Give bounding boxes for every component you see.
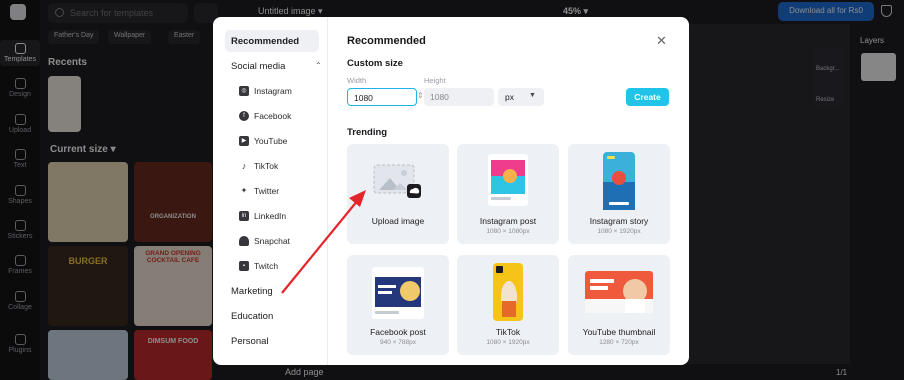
chevron-down-icon: ▼: [529, 92, 536, 99]
linkedin-icon: in: [239, 211, 249, 221]
nav-item-label: YouTube: [254, 136, 288, 146]
card-upload-image[interactable]: Upload image: [347, 144, 449, 244]
nav-recommended[interactable]: Recommended: [225, 30, 319, 52]
snapchat-icon: [239, 236, 249, 246]
nav-item-twitter[interactable]: ✦ Twitter: [239, 186, 324, 204]
nav-item-label: Twitter: [254, 186, 280, 196]
card-instagram-post[interactable]: Instagram post 1080 × 1080px: [457, 144, 559, 244]
card-facebook-post[interactable]: Facebook post 940 × 788px: [347, 255, 449, 355]
nav-item-snapchat[interactable]: Snapchat: [239, 236, 324, 254]
nav-item-label: Instagram: [254, 86, 292, 96]
card-tiktok[interactable]: TikTok 1080 × 1920px: [457, 255, 559, 355]
card-label: YouTube thumbnail: [582, 327, 656, 337]
youtube-icon: ▶: [239, 136, 249, 146]
card-size: 940 × 788px: [380, 339, 416, 346]
instagram-post-preview: [488, 154, 528, 206]
instagram-story-preview: [603, 152, 635, 210]
card-label: TikTok: [495, 327, 521, 337]
lock-ratio-icon[interactable]: ⇕: [417, 91, 424, 100]
card-size: 1080 × 1920px: [597, 228, 641, 235]
dialog-title: Recommended: [347, 35, 426, 47]
nav-personal[interactable]: Personal: [225, 330, 319, 352]
card-label: Facebook post: [370, 327, 426, 337]
card-youtube-thumbnail[interactable]: YouTube thumbnail 1280 × 720px: [568, 255, 670, 355]
unit-select[interactable]: px ▼: [498, 88, 544, 106]
nav-social-media[interactable]: Social media ⌃: [225, 55, 322, 77]
nav-item-label: TikTok: [254, 161, 279, 171]
instagram-icon: ◎: [239, 86, 249, 96]
category-nav: Recommended Social media ⌃ ◎ Instagram f Fa…: [213, 17, 328, 365]
chevron-up-icon: ⌃: [315, 61, 322, 70]
nav-item-label: Snapchat: [254, 236, 290, 246]
dialog-content: Recommended ✕ Custom size Width Height 1…: [328, 17, 689, 365]
height-input[interactable]: 1080: [424, 88, 494, 106]
nav-marketing[interactable]: Marketing: [225, 280, 319, 302]
unit-value: px: [505, 92, 514, 102]
nav-item-label: Twitch: [254, 261, 279, 271]
facebook-post-preview: [372, 267, 424, 319]
nav-item-youtube[interactable]: ▶ YouTube: [239, 136, 324, 154]
twitch-icon: ▪: [239, 261, 249, 271]
trending-title: Trending: [347, 127, 388, 138]
nav-social-media-label: Social media: [231, 61, 286, 72]
tiktok-icon: ♪: [241, 161, 247, 171]
image-placeholder-icon: [373, 164, 421, 198]
card-instagram-story[interactable]: Instagram story 1080 × 1920px: [568, 144, 670, 244]
twitter-icon: ✦: [240, 186, 248, 195]
nav-item-tiktok[interactable]: ♪ TikTok: [239, 161, 324, 179]
card-label: Instagram story: [589, 216, 649, 226]
height-label: Height: [424, 76, 446, 85]
facebook-icon: f: [239, 111, 249, 121]
nav-item-linkedin[interactable]: in LinkedIn: [239, 211, 324, 229]
tiktok-preview: [493, 263, 523, 321]
nav-item-label: LinkedIn: [254, 211, 287, 221]
create-button[interactable]: Create: [626, 88, 669, 106]
new-design-dialog: Recommended Social media ⌃ ◎ Instagram f Fa…: [213, 17, 689, 365]
card-size: 1080 × 1920px: [486, 339, 530, 346]
width-label: Width: [347, 76, 367, 85]
width-input[interactable]: 1080: [347, 88, 417, 106]
card-size: 1080 × 1080px: [486, 228, 530, 235]
nav-item-label: Facebook: [254, 111, 292, 121]
nav-item-twitch[interactable]: ▪ Twitch: [239, 261, 324, 279]
custom-size-title: Custom size: [347, 58, 403, 69]
card-label: Instagram post: [479, 216, 537, 226]
close-icon[interactable]: ✕: [656, 33, 667, 49]
card-label: Upload image: [371, 216, 425, 226]
nav-education[interactable]: Education: [225, 305, 319, 327]
card-size: 1280 × 720px: [599, 339, 639, 346]
nav-item-instagram[interactable]: ◎ Instagram: [239, 86, 324, 104]
youtube-thumbnail-preview: [585, 271, 653, 313]
nav-item-facebook[interactable]: f Facebook: [239, 111, 324, 129]
